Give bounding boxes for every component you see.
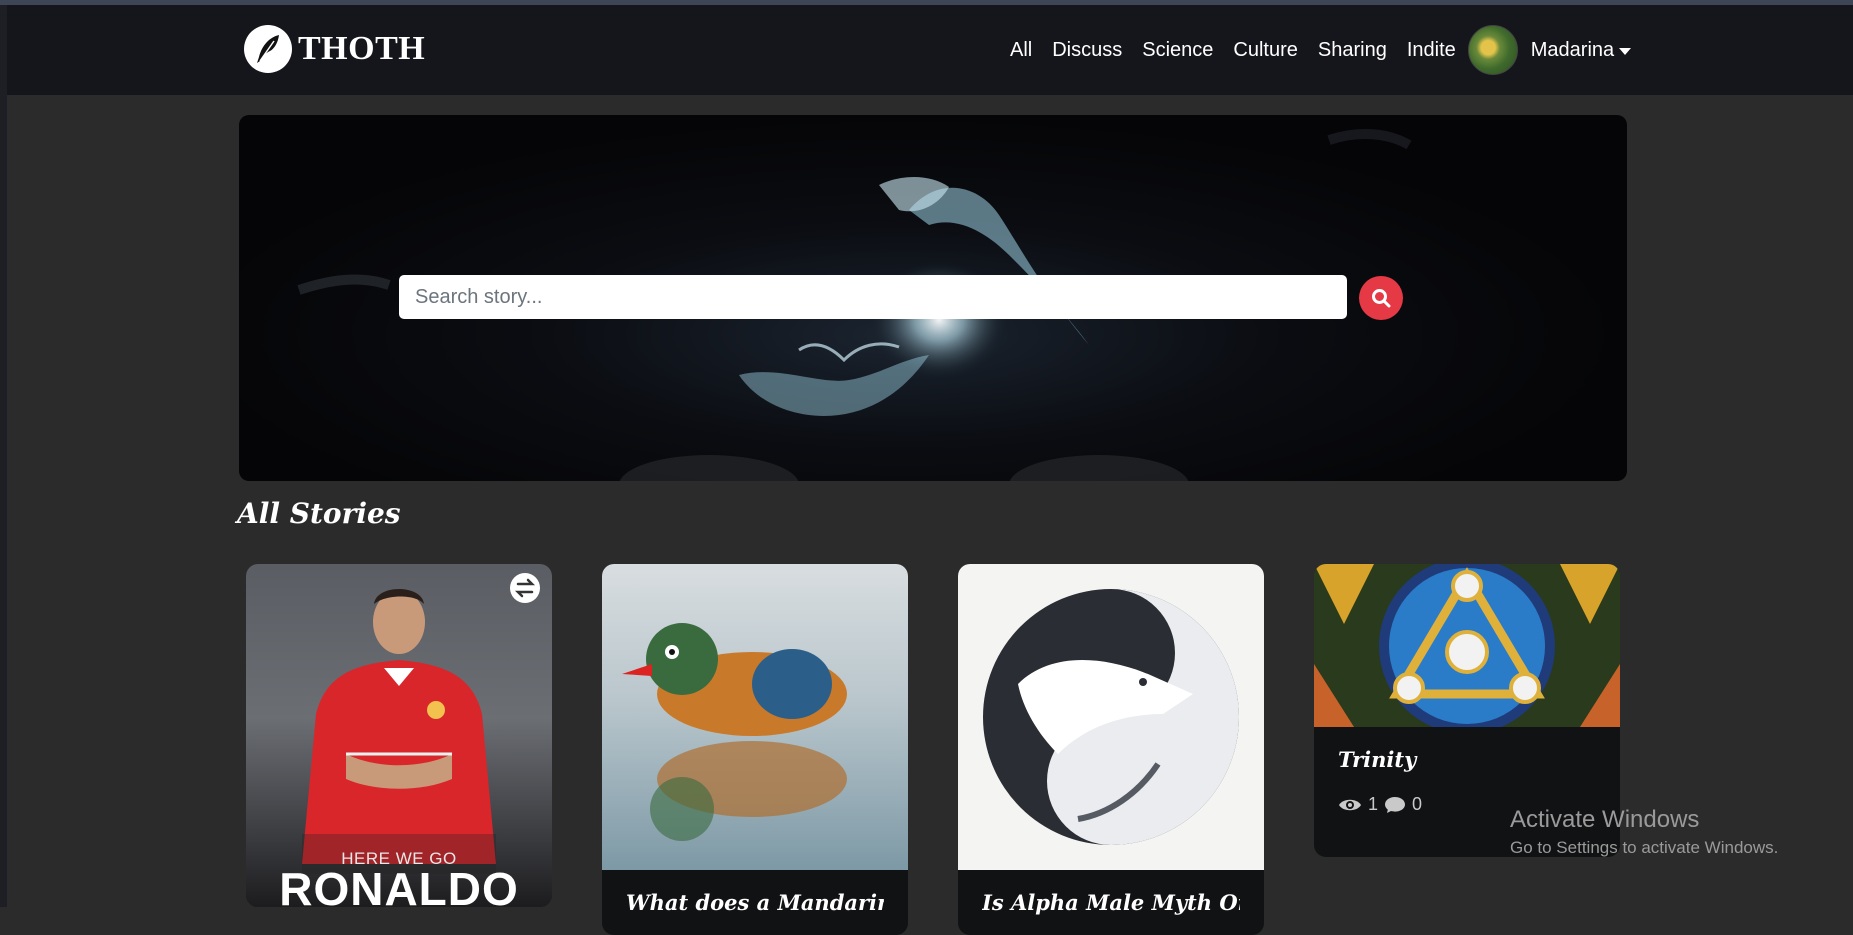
card-title: Trinity xyxy=(1338,747,1417,772)
story-card[interactable]: What does a Mandarin Duck xyxy=(602,564,908,935)
image-text-big: RONALDO xyxy=(279,863,519,907)
quill-icon xyxy=(244,25,292,73)
search-button[interactable] xyxy=(1359,276,1403,320)
brand[interactable]: THOTH xyxy=(244,25,425,73)
user-menu[interactable]: Madarina xyxy=(1530,38,1632,62)
comment-icon xyxy=(1385,796,1406,813)
nav-link-indite[interactable]: Indite xyxy=(1407,39,1456,62)
section-title: All Stories xyxy=(237,497,401,530)
swap-icon[interactable] xyxy=(510,573,540,603)
card-image-ronaldo: HERE WE GO RONALDO xyxy=(246,564,552,907)
nav-link-all[interactable]: All xyxy=(1010,39,1032,62)
card-title: Is Alpha Male Myth Or xyxy=(982,890,1240,915)
nav-links: All Discuss Science Culture Sharing Indi… xyxy=(1010,5,1632,95)
user-name: Madarina xyxy=(1530,38,1615,61)
card-image-stained-glass xyxy=(1314,564,1620,727)
watermark-subtitle: Go to Settings to activate Windows. xyxy=(1510,838,1779,857)
nav-link-science[interactable]: Science xyxy=(1142,39,1213,62)
story-card[interactable]: Is Alpha Male Myth Or xyxy=(958,564,1264,935)
comments-count: 0 xyxy=(1412,794,1423,814)
eye-icon xyxy=(1339,799,1361,810)
nav-link-sharing[interactable]: Sharing xyxy=(1318,39,1387,62)
user-avatar[interactable] xyxy=(1467,25,1518,75)
card-title: What does a Mandarin Duck xyxy=(626,890,884,915)
search-input[interactable] xyxy=(399,275,1347,319)
story-card[interactable]: HERE WE GO RONALDO xyxy=(246,564,552,907)
brand-name: THOTH xyxy=(298,30,426,67)
window-left-edge xyxy=(0,5,7,907)
card-image-wolf xyxy=(958,564,1264,870)
caret-down-icon xyxy=(1619,47,1632,55)
watermark-title: Activate Windows xyxy=(1510,806,1700,833)
nav-link-discuss[interactable]: Discuss xyxy=(1052,39,1122,62)
card-image-duck xyxy=(602,564,908,870)
nav-link-culture[interactable]: Culture xyxy=(1233,39,1297,62)
navbar: THOTH All Discuss Science Culture Sharin… xyxy=(7,5,1853,95)
views-count: 1 xyxy=(1368,794,1379,814)
activation-watermark: Activate Windows Go to Settings to activ… xyxy=(1510,806,1778,858)
search-icon xyxy=(1372,289,1391,308)
